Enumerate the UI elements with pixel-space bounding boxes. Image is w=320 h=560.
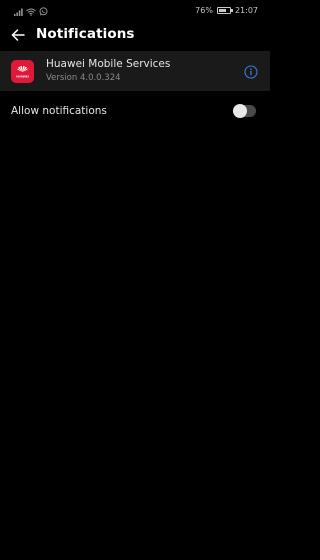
allow-notifications-row[interactable]: Allow notifications — [0, 100, 270, 124]
app-info-button[interactable] — [244, 64, 258, 79]
app-name: Huawei Mobile Services — [46, 58, 171, 70]
back-arrow-icon — [11, 26, 25, 45]
toggle-knob — [233, 104, 247, 118]
whatsapp-icon — [39, 1, 48, 20]
clock: 21:07 — [234, 5, 258, 15]
status-bar: 76% 21:07 — [0, 0, 270, 20]
huawei-logo-icon: HUAWEI — [16, 65, 29, 78]
status-icons-right: 76% 21:07 — [195, 4, 258, 16]
app-info-card: HUAWEI Huawei Mobile Services Version 4.… — [0, 51, 270, 91]
wifi-icon — [26, 1, 36, 20]
app-icon-label: HUAWEI — [16, 74, 29, 78]
app-version: Version 4.0.0.324 — [46, 73, 121, 83]
info-icon — [244, 64, 258, 83]
battery-percent: 76% — [195, 5, 213, 15]
allow-notifications-label: Allow notifications — [11, 105, 107, 117]
signal-icon — [14, 1, 23, 20]
back-button[interactable] — [8, 25, 28, 45]
battery-fill — [218, 8, 227, 12]
status-icons-left — [14, 5, 48, 16]
app-icon: HUAWEI — [11, 60, 34, 83]
header: Notifications — [0, 20, 270, 50]
battery-icon — [216, 6, 233, 14]
allow-notifications-toggle[interactable] — [233, 104, 256, 118]
page-title: Notifications — [36, 26, 135, 42]
